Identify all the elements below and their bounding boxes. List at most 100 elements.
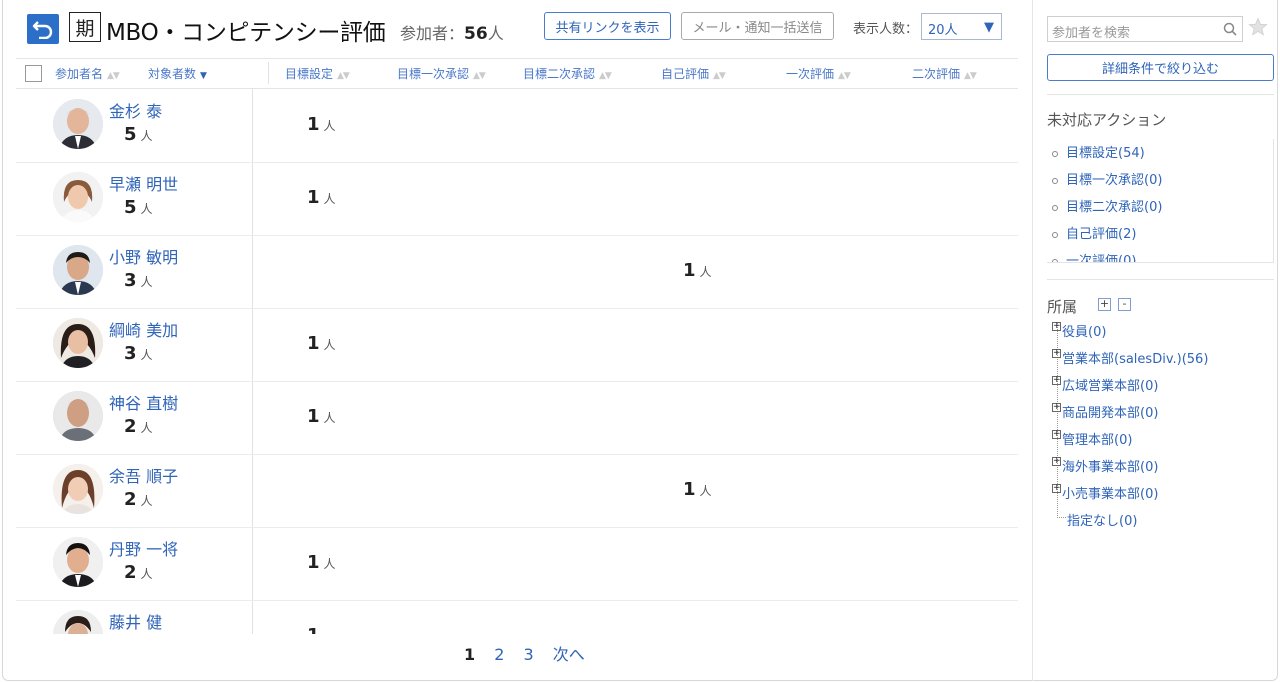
col-label: 目標設定 bbox=[285, 67, 334, 81]
tree-expand-icon[interactable]: + bbox=[1052, 484, 1061, 493]
share-link-button[interactable]: 共有リンクを表示 bbox=[544, 12, 671, 40]
sort-icon: ▲▼ bbox=[964, 71, 977, 81]
favorite-star-icon[interactable] bbox=[1248, 17, 1268, 37]
dropdown-triangle-icon: ▼ bbox=[984, 20, 994, 35]
count-unit: 人 bbox=[140, 567, 153, 581]
first-eval-cell[interactable]: 1人 bbox=[683, 479, 712, 500]
table-row: 神谷 直樹 2人 1人 bbox=[16, 381, 1018, 455]
back-button[interactable] bbox=[27, 14, 59, 44]
col-goal-second-approval[interactable]: 目標二次承認 ▲▼ bbox=[523, 65, 612, 82]
goal-setting-cell[interactable]: 1人 bbox=[307, 333, 336, 354]
page-current: 1 bbox=[464, 645, 476, 664]
cell-unit: 人 bbox=[323, 192, 336, 206]
sidebar-divider bbox=[1032, 0, 1033, 681]
org-label: 商品開発本部(0) bbox=[1062, 406, 1159, 421]
tree-connector bbox=[1057, 517, 1066, 518]
tree-expand-icon[interactable]: + bbox=[1052, 376, 1061, 385]
tree-expand-icon[interactable]: + bbox=[1052, 322, 1061, 331]
page-link-3[interactable]: 3 bbox=[524, 645, 534, 664]
cell-value: 1 bbox=[307, 114, 320, 135]
target-count: 3人 bbox=[124, 270, 153, 291]
col-goal-setting[interactable]: 目標設定 ▲▼ bbox=[285, 65, 350, 82]
col-second-eval[interactable]: 二次評価 ▲▼ bbox=[912, 65, 977, 82]
table-row: 早瀬 明世 5人 1人 bbox=[16, 162, 1018, 236]
goal-setting-cell[interactable]: 1人 bbox=[307, 187, 336, 208]
col-goal-first-approval[interactable]: 目標一次承認 ▲▼ bbox=[397, 65, 486, 82]
participant-name[interactable]: 綱崎 美加 bbox=[109, 317, 178, 341]
count-unit: 人 bbox=[140, 275, 153, 289]
sort-icon: ▲▼ bbox=[713, 71, 726, 81]
participant-name[interactable]: 早瀬 明世 bbox=[109, 171, 178, 195]
action-goal-second-approval[interactable]: 目標二次承認(0) bbox=[1052, 196, 1162, 215]
col-self-eval[interactable]: 自己評価 ▲▼ bbox=[661, 65, 726, 82]
action-goal-setting[interactable]: 目標設定(54) bbox=[1052, 142, 1145, 161]
participants-unit: 人 bbox=[487, 24, 504, 43]
goal-setting-cell[interactable]: 1人 bbox=[307, 114, 336, 135]
table-body: 金杉 泰 5人 1人 早瀬 明世 5人 1人 小野 敏明 3人 1人 綱崎 美加… bbox=[16, 89, 1018, 634]
per-page-select[interactable]: 20人 ▼ bbox=[921, 13, 1002, 40]
org-item-unassigned[interactable]: 指定なし(0) bbox=[1067, 510, 1137, 529]
participant-name[interactable]: 余吾 順子 bbox=[109, 463, 178, 487]
select-all-checkbox[interactable] bbox=[25, 65, 42, 82]
col-first-eval[interactable]: 一次評価 ▲▼ bbox=[786, 65, 851, 82]
expand-all-icon[interactable]: + bbox=[1098, 298, 1111, 311]
target-count: 5人 bbox=[124, 197, 153, 218]
goal-setting-cell[interactable]: 1 bbox=[307, 625, 320, 634]
cell-value: 1 bbox=[683, 479, 696, 500]
first-eval-cell[interactable]: 1人 bbox=[683, 260, 712, 281]
advanced-filter-button[interactable]: 詳細条件で絞り込む bbox=[1047, 54, 1274, 81]
participant-search-input[interactable]: 参加者を検索 bbox=[1047, 16, 1243, 42]
target-count: 2人 bbox=[124, 489, 153, 510]
org-item-retail[interactable]: +小売事業本部(0) bbox=[1052, 483, 1158, 502]
cell-value: 1 bbox=[683, 260, 696, 281]
next-page-link[interactable]: 次へ bbox=[553, 645, 585, 664]
participant-name[interactable]: 藤井 健 bbox=[109, 609, 162, 633]
table-row: 小野 敏明 3人 1人 bbox=[16, 235, 1018, 309]
sidebar-separator bbox=[1047, 279, 1274, 280]
org-label: 広域営業本部(0) bbox=[1062, 379, 1159, 394]
per-page-value: 20人 bbox=[928, 23, 958, 38]
collapse-all-icon[interactable]: - bbox=[1118, 298, 1131, 311]
col-participant-name[interactable]: 参加者名 ▲▼ bbox=[55, 65, 120, 82]
action-first-eval[interactable]: 一次評価(0) bbox=[1052, 250, 1136, 262]
participant-name[interactable]: 丹野 一将 bbox=[109, 536, 178, 560]
goal-setting-cell[interactable]: 1人 bbox=[307, 406, 336, 427]
participant-name[interactable]: 小野 敏明 bbox=[109, 244, 178, 268]
tree-expand-icon[interactable]: + bbox=[1052, 403, 1061, 412]
org-item-executives[interactable]: +役員(0) bbox=[1052, 321, 1106, 340]
goal-setting-cell[interactable]: 1人 bbox=[307, 552, 336, 573]
participant-count: 参加者：56人 bbox=[400, 20, 504, 44]
participant-name[interactable]: 金杉 泰 bbox=[109, 98, 162, 122]
pending-actions-list: 目標設定(54) 目標一次承認(0) 目標二次承認(0) 自己評価(2) 一次評… bbox=[1047, 139, 1274, 263]
page-link-2[interactable]: 2 bbox=[494, 645, 504, 664]
tree-expand-icon[interactable]: + bbox=[1052, 457, 1061, 466]
cell-unit: 人 bbox=[699, 484, 712, 498]
target-count: 2人 bbox=[124, 416, 153, 437]
col-label: 一次評価 bbox=[786, 67, 835, 81]
bullet-icon bbox=[1052, 231, 1058, 238]
action-self-eval[interactable]: 自己評価(2) bbox=[1052, 223, 1136, 242]
org-item-product-dev[interactable]: +商品開発本部(0) bbox=[1052, 402, 1158, 421]
action-goal-first-approval[interactable]: 目標一次承認(0) bbox=[1052, 169, 1162, 188]
tree-expand-icon[interactable]: + bbox=[1052, 430, 1061, 439]
avatar bbox=[53, 537, 103, 587]
count-value: 3 bbox=[124, 270, 137, 291]
search-icon[interactable] bbox=[1223, 22, 1237, 36]
org-item-admin[interactable]: +管理本部(0) bbox=[1052, 429, 1132, 448]
count-value: 5 bbox=[124, 124, 137, 145]
cell-unit: 人 bbox=[699, 265, 712, 279]
undo-arrow-icon bbox=[32, 21, 53, 39]
sort-desc-icon: ▼ bbox=[200, 71, 207, 81]
org-item-regional-sales[interactable]: +広域営業本部(0) bbox=[1052, 375, 1158, 394]
term-icon: 期 bbox=[69, 12, 101, 42]
participant-name[interactable]: 神谷 直樹 bbox=[109, 390, 178, 414]
org-item-overseas[interactable]: +海外事業本部(0) bbox=[1052, 456, 1158, 475]
tree-expand-icon[interactable]: + bbox=[1052, 349, 1061, 358]
col-target-count[interactable]: 対象者数 ▼ bbox=[148, 65, 207, 82]
org-item-sales-div[interactable]: +営業本部(salesDiv.)(56) bbox=[1052, 348, 1208, 367]
col-label: 自己評価 bbox=[661, 67, 710, 81]
cell-value: 1 bbox=[307, 552, 320, 573]
bulk-mail-button[interactable]: メール・通知一括送信 bbox=[681, 12, 834, 40]
cell-unit: 人 bbox=[323, 119, 336, 133]
avatar bbox=[53, 464, 103, 514]
